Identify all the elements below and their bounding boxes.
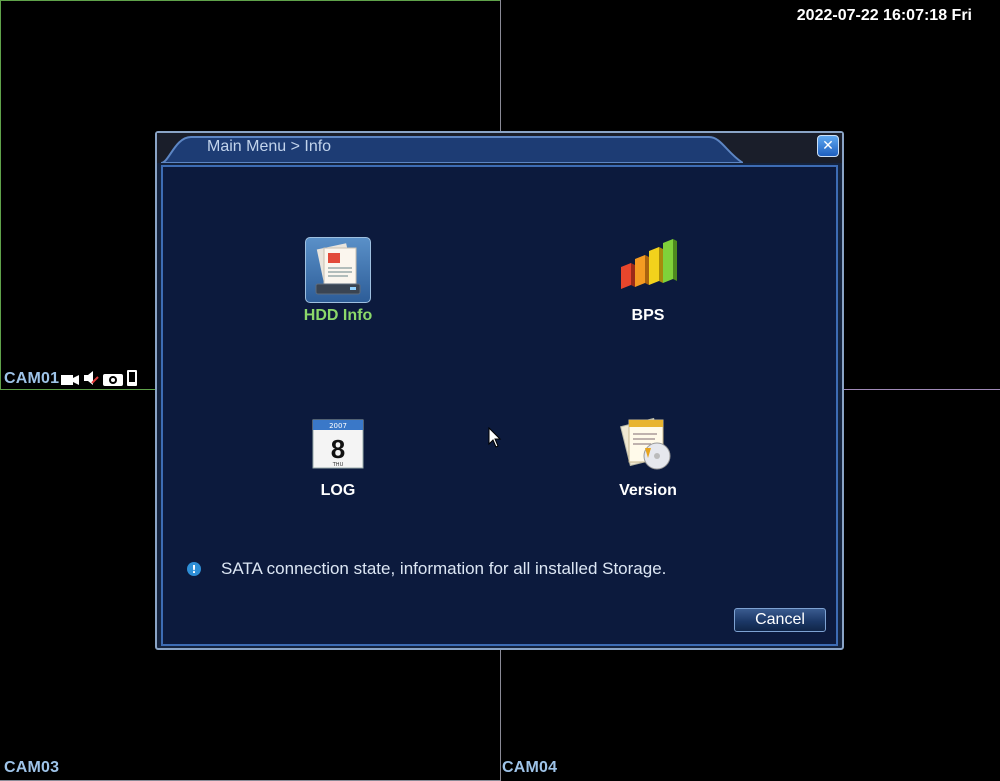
close-icon: ✕ bbox=[822, 138, 834, 154]
camera-label-cam03: CAM03 bbox=[4, 759, 60, 776]
log-label: LOG bbox=[320, 482, 356, 499]
camera-label-cam04: CAM04 bbox=[502, 759, 558, 776]
mobile-icon bbox=[127, 370, 137, 390]
close-button[interactable]: ✕ bbox=[817, 135, 839, 157]
cancel-button[interactable]: Cancel bbox=[734, 608, 826, 632]
dialog-body: HDD Info BPS 2007 8 THU LOG Version ! SA… bbox=[161, 165, 838, 646]
mute-icon bbox=[83, 370, 99, 390]
menu-item-version[interactable]: Version bbox=[573, 412, 723, 500]
calendar-year-text: 2007 bbox=[329, 422, 347, 430]
cam01-status-icons bbox=[61, 370, 137, 390]
info-dialog: Main Menu > Info ✕ HDD Info BPS 2007 8 T… bbox=[155, 131, 844, 650]
hdd-info-icon bbox=[305, 237, 371, 303]
info-icon: ! bbox=[187, 562, 201, 576]
calendar-day-text: 8 bbox=[331, 434, 345, 464]
bps-chart-icon bbox=[615, 237, 681, 303]
calendar-weekday-text: THU bbox=[332, 462, 344, 468]
datetime-display: 2022-07-22 16:07:18 Fri bbox=[796, 7, 972, 24]
menu-item-hdd-info[interactable]: HDD Info bbox=[263, 237, 413, 325]
menu-item-bps[interactable]: BPS bbox=[573, 237, 723, 325]
record-icon bbox=[61, 371, 79, 390]
mouse-cursor-icon bbox=[488, 426, 502, 453]
menu-item-log[interactable]: 2007 8 THU LOG bbox=[263, 412, 413, 500]
info-description: SATA connection state, information for a… bbox=[221, 559, 667, 578]
calendar-log-icon: 2007 8 THU bbox=[305, 412, 371, 478]
hdd-info-label: HDD Info bbox=[303, 307, 373, 324]
version-label: Version bbox=[619, 482, 677, 499]
camera-label-cam01: CAM01 bbox=[4, 370, 60, 387]
snapshot-icon bbox=[103, 371, 123, 390]
info-row: ! SATA connection state, information for… bbox=[187, 559, 666, 579]
bps-label: BPS bbox=[631, 307, 665, 324]
dialog-titlebar: Main Menu > Info ✕ bbox=[157, 133, 842, 163]
version-document-icon bbox=[615, 412, 681, 478]
dialog-title: Main Menu > Info bbox=[207, 138, 332, 155]
